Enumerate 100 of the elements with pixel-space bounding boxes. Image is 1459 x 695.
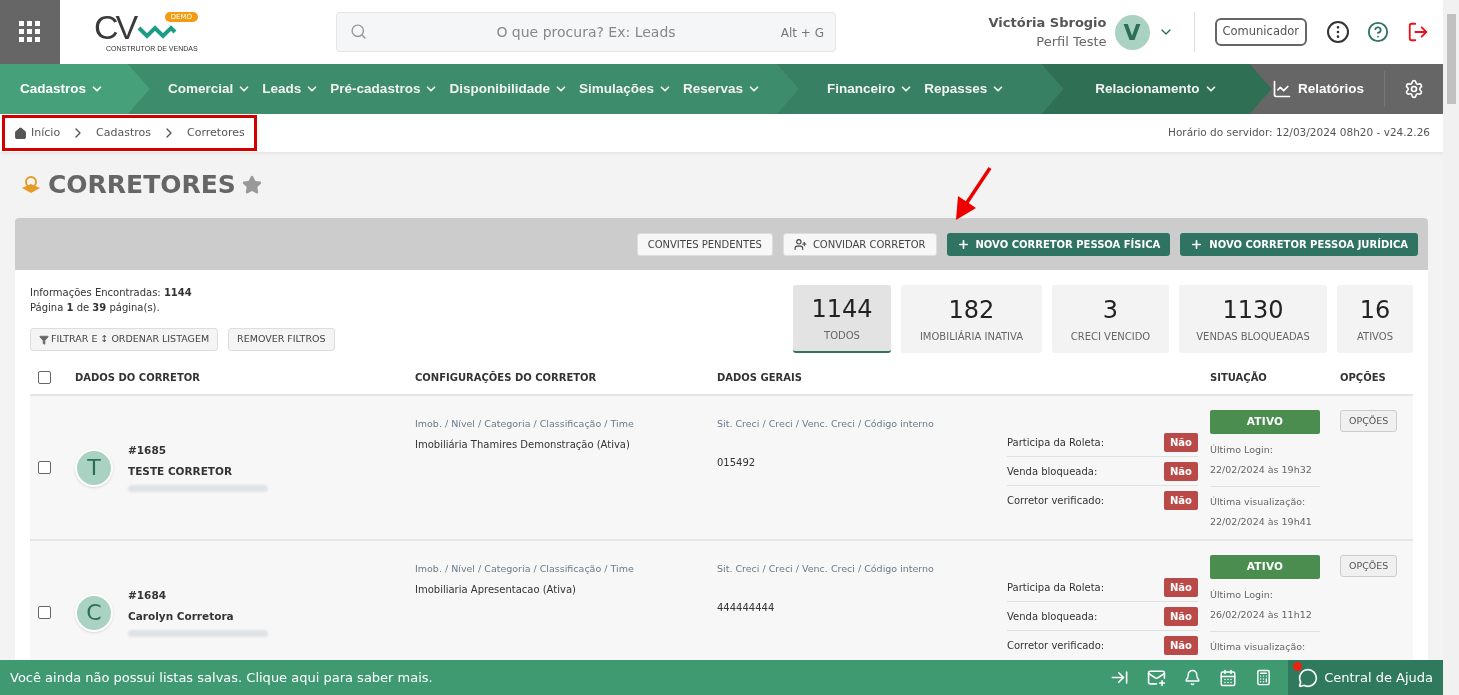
creci-number: 444444444 bbox=[717, 601, 776, 616]
logo-mark: CV bbox=[94, 10, 136, 44]
broker-avatar: C bbox=[75, 593, 113, 632]
plus-icon bbox=[956, 237, 970, 251]
broker-agency: Imobiliaria Apresentacao (Ativa) bbox=[415, 583, 577, 598]
options-button[interactable]: OPÇÕES bbox=[1340, 555, 1398, 577]
field-caption: Imob. / Nível / Categoria / Classificação / Time bbox=[415, 417, 635, 431]
nav-menu-item[interactable]: Disponibilidade bbox=[449, 78, 568, 100]
favorite-star-icon[interactable] bbox=[241, 175, 262, 195]
flag-value-badge: Não bbox=[1164, 577, 1198, 597]
breadcrumb-link[interactable]: Cadastros bbox=[96, 124, 152, 142]
flag-label: Corretor verificado: bbox=[1007, 494, 1105, 508]
shortcut-hint: Alt + G bbox=[780, 25, 824, 42]
broker-avatar: T bbox=[75, 448, 113, 487]
activity-date: 26/02/2024 às 11h12 bbox=[1210, 608, 1313, 623]
field-caption: Imob. / Nível / Categoria / Classificação / Time bbox=[415, 562, 635, 576]
arrow-to-line-icon[interactable] bbox=[1110, 668, 1130, 687]
home-icon bbox=[14, 126, 27, 140]
server-time: Horário do servidor: 12/03/2024 08h20 - v24.2.26 bbox=[1168, 125, 1430, 141]
flag-label: Venda bloqueada: bbox=[1007, 464, 1098, 479]
nav-menu-item[interactable]: Comercial bbox=[168, 78, 252, 100]
flag-label: Participa da Roleta: bbox=[1007, 580, 1105, 595]
more-icon[interactable] bbox=[1327, 21, 1349, 43]
status-filter-card[interactable]: 3 CRECI VENCIDO bbox=[1052, 285, 1169, 353]
reports-link[interactable]: Relatórios bbox=[1271, 78, 1384, 100]
chat-icon bbox=[1298, 667, 1319, 688]
flag-value-badge: Não bbox=[1164, 432, 1198, 452]
remove-filters-button[interactable]: REMOVER FILTROS bbox=[228, 328, 335, 351]
results-count: Informações Encontradas: 1144 bbox=[30, 286, 193, 300]
column-header: OPÇÕES bbox=[1340, 370, 1387, 385]
user-name: Victória Sbrogio bbox=[988, 13, 1107, 32]
user-avatar[interactable]: V bbox=[1114, 14, 1150, 50]
activity-label: Último Login: bbox=[1210, 443, 1274, 457]
settings-icon[interactable] bbox=[1404, 79, 1424, 99]
creci-number: 015492 bbox=[717, 456, 757, 471]
flag-label: Participa da Roleta: bbox=[1007, 435, 1105, 450]
column-header: DADOS DO CORRETOR bbox=[75, 371, 201, 385]
brokers-icon bbox=[20, 174, 42, 196]
flag-value-badge: Não bbox=[1164, 636, 1198, 655]
logout-icon[interactable] bbox=[1407, 21, 1429, 43]
page-title: CORRETORES bbox=[48, 169, 236, 202]
broker-name: Carolyn Corretora bbox=[128, 608, 235, 624]
status-badge: ATIVO bbox=[1210, 410, 1320, 434]
status-filter-card[interactable]: 1130 VENDAS BLOQUEADAS bbox=[1179, 285, 1327, 353]
search-icon bbox=[350, 23, 367, 40]
help-icon[interactable] bbox=[1367, 21, 1389, 43]
new-broker-button[interactable]: NOVO CORRETOR PESSOA JURÍDICA bbox=[1180, 232, 1418, 256]
row-checkbox[interactable] bbox=[38, 461, 51, 474]
status-filter-card[interactable]: 16 ATIVOS bbox=[1337, 285, 1413, 353]
flag-value-badge: Não bbox=[1164, 606, 1198, 626]
activity-label: Último Login: bbox=[1210, 588, 1274, 602]
flag-value-badge: Não bbox=[1164, 491, 1198, 510]
page-count: Página 1 de 39 página(s). bbox=[30, 301, 161, 315]
nav-menu-item[interactable]: Pré-cadastros bbox=[330, 78, 439, 100]
bell-icon[interactable] bbox=[1184, 669, 1202, 686]
breadcrumb-link[interactable]: Início bbox=[31, 124, 61, 142]
plus-icon bbox=[1190, 237, 1204, 251]
calculator-icon[interactable] bbox=[1255, 669, 1273, 686]
user-profile: Perfil Teste bbox=[1036, 33, 1107, 51]
nav-menu-item[interactable]: Leads bbox=[262, 78, 320, 100]
pending-invites-button[interactable]: CONVITES PENDENTES bbox=[636, 232, 773, 256]
activity-label: Última visualização: bbox=[1210, 494, 1307, 509]
select-all-checkbox[interactable] bbox=[38, 371, 51, 384]
row-checkbox[interactable] bbox=[38, 606, 51, 619]
breadcrumb-link[interactable]: Corretores bbox=[187, 124, 245, 142]
broker-id: #1684 bbox=[128, 587, 168, 603]
nav-menu-item[interactable]: Simulações bbox=[578, 78, 672, 100]
grid-icon bbox=[19, 21, 41, 43]
line-chart-icon bbox=[1271, 79, 1292, 99]
flag-label: Corretor verificado: bbox=[1007, 639, 1105, 653]
mail-plus-icon[interactable] bbox=[1147, 668, 1167, 687]
field-caption: Sit. Creci / Creci / Venc. Creci / Código interno bbox=[717, 562, 935, 576]
filter-sort-button[interactable]: FILTRAR E ↕ ORDENAR LISTAGEM bbox=[30, 328, 219, 351]
options-button[interactable]: OPÇÕES bbox=[1340, 410, 1398, 432]
status-filter-card[interactable]: 1144 TODOS bbox=[793, 285, 891, 353]
nav-menu-item[interactable]: Reservas bbox=[682, 78, 761, 100]
activity-date: 22/02/2024 às 19h41 bbox=[1210, 514, 1313, 529]
user-plus-icon bbox=[793, 237, 807, 251]
invite-broker-button[interactable]: CONVIDAR CORRETOR bbox=[782, 232, 937, 256]
broker-agency: Imobiliária Thamires Demonstração (Ativa) bbox=[415, 438, 631, 453]
new-broker-button[interactable]: NOVO CORRETOR PESSOA FÍSICA bbox=[946, 232, 1171, 256]
activity-date: 22/02/2024 às 19h32 bbox=[1210, 463, 1313, 478]
nav-menu-item[interactable]: Repasses bbox=[924, 78, 1006, 100]
nav-menu-item[interactable]: Financeiro bbox=[827, 78, 914, 100]
flag-value-badge: Não bbox=[1164, 461, 1198, 481]
column-header: CONFIGURAÇÕES DO CORRETOR bbox=[415, 370, 598, 385]
apps-menu-button[interactable] bbox=[0, 0, 60, 64]
communicator-button[interactable]: Comunicador bbox=[1214, 18, 1307, 46]
broker-name: TESTE CORRETOR bbox=[128, 463, 234, 479]
activity-label: Última visualização: bbox=[1210, 639, 1307, 654]
logo-wave-icon bbox=[137, 24, 178, 40]
status-filter-card[interactable]: 182 IMOBILIÁRIA INATIVA bbox=[901, 285, 1042, 353]
column-header: DADOS GERAIS bbox=[717, 371, 803, 385]
calendar-icon[interactable] bbox=[1219, 668, 1238, 687]
filter-icon bbox=[39, 334, 49, 345]
help-center-button[interactable]: Central de Ajuda bbox=[1288, 660, 1443, 695]
flag-label: Venda bloqueada: bbox=[1007, 609, 1098, 624]
status-badge: ATIVO bbox=[1210, 555, 1320, 579]
broker-id: #1685 bbox=[128, 442, 168, 458]
column-header: SITUAÇÃO bbox=[1210, 370, 1268, 385]
